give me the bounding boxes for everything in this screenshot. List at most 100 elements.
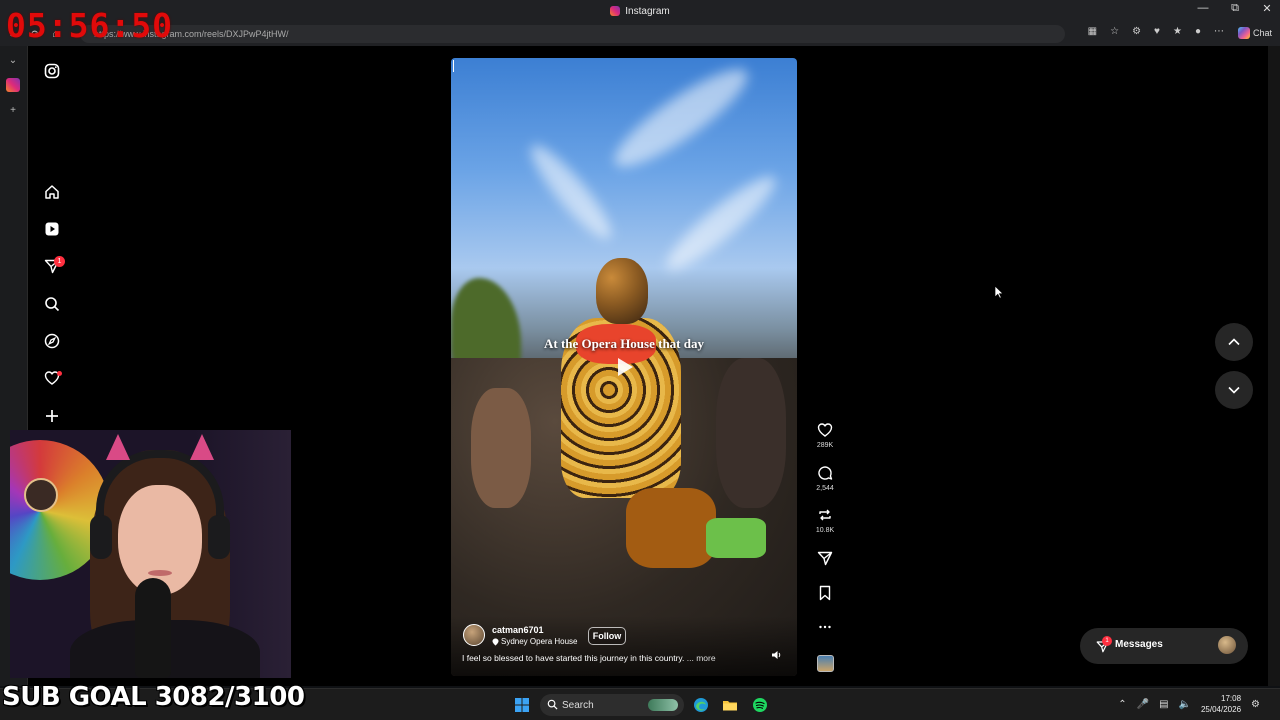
spotify-icon[interactable]: [752, 697, 768, 713]
reels-nav-icon[interactable]: [43, 220, 61, 238]
reel-caption-text: I feel so blessed to have started this j…: [462, 653, 762, 663]
messages-nav-badge: 1: [54, 256, 65, 267]
taskbar-search-label: Search: [562, 699, 594, 711]
window-title-text: Instagram: [625, 5, 670, 17]
previous-reel-button[interactable]: [1215, 323, 1253, 361]
save-bookmark-icon[interactable]: [816, 584, 834, 602]
microphone-icon[interactable]: 🎤: [1137, 699, 1149, 710]
performer-bottle: [706, 518, 766, 558]
toolbar-icons: ▦ ☆ ⚙ ♥ ★ ● ⋯: [1088, 26, 1224, 37]
cat-ear: [190, 434, 214, 460]
instagram-tab-icon[interactable]: [6, 78, 20, 92]
streamer-lips: [148, 570, 172, 576]
performer-mask: [596, 258, 648, 324]
browser-essentials-icon[interactable]: ♥: [1154, 26, 1160, 37]
chat-label: Chat: [1252, 28, 1272, 38]
create-plus-icon[interactable]: [43, 407, 61, 425]
edge-browser-icon[interactable]: [693, 697, 709, 713]
restore-button[interactable]: ⧉: [1228, 2, 1242, 15]
messages-pill-badge: 1: [1102, 636, 1112, 646]
messages-pill[interactable]: 1 Messages: [1080, 628, 1248, 664]
collapse-tabs-icon[interactable]: ⌄: [6, 54, 20, 68]
network-icon[interactable]: ▤: [1159, 699, 1168, 710]
fan-figure: [716, 358, 786, 508]
microphone: [135, 578, 171, 678]
window-title: Instagram: [610, 5, 670, 17]
instagram-logo-icon[interactable]: [43, 62, 61, 80]
volume-tray-icon[interactable]: 🔈: [1179, 699, 1191, 710]
reel-progress-indicator: [453, 60, 454, 72]
headphone-cup: [208, 515, 230, 559]
address-input[interactable]: https://www.instagram.com/reels/DXJPwP4j…: [80, 25, 1065, 43]
app-available-icon[interactable]: ▦: [1088, 26, 1097, 37]
window-title-bar: Instagram — ⧉ ✕: [0, 0, 1280, 22]
chevron-down-icon: [1228, 386, 1240, 394]
reel-author-username[interactable]: catman6701: [492, 625, 544, 635]
favorites-icon[interactable]: ★: [1173, 26, 1182, 37]
prize-wheel-center: [24, 478, 58, 512]
screen: Instagram — ⧉ ✕ ← ⟳ ⌂ https://www.instag…: [0, 0, 1280, 720]
chevron-up-icon: [1228, 338, 1240, 346]
notification-bell-icon[interactable]: ⚙: [1251, 699, 1260, 710]
profile-icon[interactable]: ●: [1195, 26, 1201, 37]
mouse-cursor-icon: [994, 285, 1004, 299]
reel-video[interactable]: At the Opera House that day: [451, 58, 797, 676]
reel-author-avatar[interactable]: [463, 624, 485, 646]
reel-caption-more-link[interactable]: ... more: [687, 653, 716, 663]
more-options-icon[interactable]: [816, 618, 834, 636]
favorite-star-icon[interactable]: ☆: [1110, 26, 1119, 37]
like-heart-icon[interactable]: [816, 421, 834, 439]
messages-pill-label: Messages: [1115, 639, 1163, 650]
instagram-favicon-icon: [610, 6, 621, 16]
volume-icon[interactable]: [771, 649, 783, 661]
minimize-button[interactable]: —: [1196, 2, 1210, 15]
taskbar-clock[interactable]: 17:08 25/04/2026: [1201, 693, 1241, 715]
repost-icon[interactable]: [816, 506, 834, 524]
follow-button[interactable]: Follow: [588, 627, 626, 645]
taskbar-date: 25/04/2026: [1200, 705, 1242, 714]
search-icon: [547, 699, 558, 710]
headphone-cup: [90, 515, 112, 559]
file-explorer-icon[interactable]: [722, 697, 738, 713]
reposts-count: 10.8K: [815, 527, 835, 534]
taskbar-time: 17:08: [1221, 694, 1242, 703]
comments-count: 2,544: [816, 485, 834, 492]
home-nav-icon[interactable]: [43, 183, 61, 201]
sub-goal-overlay: SUB GOAL 3082/3100: [2, 682, 305, 712]
notification-dot: [57, 371, 62, 376]
reel-overlay-caption: At the Opera House that day: [544, 336, 704, 351]
cat-ear: [106, 434, 130, 460]
windows-start-icon[interactable]: [514, 697, 530, 713]
page-scrollbar[interactable]: [1268, 46, 1280, 686]
system-tray: ⌃ 🎤 ▤ 🔈 17:08 25/04/2026 ⚙: [1118, 693, 1260, 715]
performer-bag: [626, 488, 716, 568]
sky-cloud: [603, 58, 759, 181]
performer-figure: [556, 258, 766, 568]
reel-location[interactable]: Sydney Opera House: [492, 637, 578, 646]
window-controls: — ⧉ ✕: [1196, 2, 1274, 15]
browser-toolbar: ← ⟳ ⌂ https://www.instagram.com/reels/DX…: [0, 22, 1280, 46]
stream-timer: 05:56:50: [6, 6, 173, 45]
copilot-chat-button[interactable]: Chat: [1237, 27, 1272, 39]
sky-cloud: [521, 137, 621, 247]
extensions-icon[interactable]: ⚙: [1132, 26, 1141, 37]
likes-count: 289K: [816, 442, 834, 449]
close-button[interactable]: ✕: [1260, 2, 1274, 15]
streamer-webcam: [10, 430, 291, 678]
next-reel-button[interactable]: [1215, 371, 1253, 409]
taskbar-search[interactable]: Search: [540, 694, 684, 716]
fan-figure: [471, 388, 531, 508]
play-icon[interactable]: [611, 354, 637, 380]
messages-contact-avatar: [1218, 636, 1236, 654]
new-tab-icon[interactable]: +: [6, 104, 20, 118]
reel-caption-body: I feel so blessed to have started this j…: [462, 653, 685, 663]
location-pin-icon: [492, 638, 499, 645]
explore-nav-icon[interactable]: [43, 332, 61, 350]
copilot-icon: [1237, 27, 1250, 39]
share-icon[interactable]: [816, 549, 834, 567]
tray-overflow-icon[interactable]: ⌃: [1118, 699, 1126, 710]
search-nav-icon[interactable]: [43, 295, 61, 313]
original-audio-thumbnail[interactable]: [817, 655, 834, 672]
more-menu-icon[interactable]: ⋯: [1214, 26, 1224, 37]
comment-icon[interactable]: [816, 464, 834, 482]
